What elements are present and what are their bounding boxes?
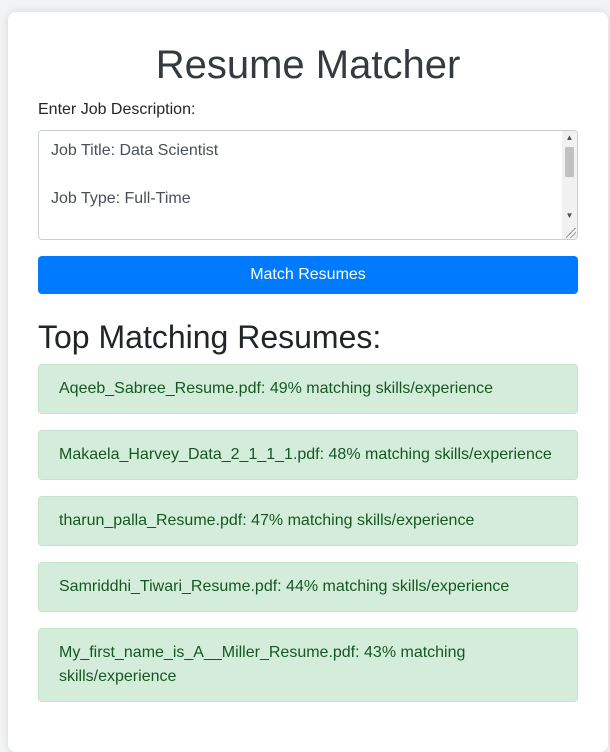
result-item: My_first_name_is_A__Miller_Resume.pdf: 4… <box>38 628 578 702</box>
match-resumes-button[interactable]: Match Resumes <box>38 256 578 294</box>
result-item: Makaela_Harvey_Data_2_1_1_1.pdf: 48% mat… <box>38 430 578 480</box>
result-item: Aqeeb_Sabree_Resume.pdf: 49% matching sk… <box>38 364 578 414</box>
scroll-up-icon[interactable]: ▲ <box>562 131 577 145</box>
job-description-textarea[interactable]: Job Title: Data Scientist Job Type: Full… <box>38 130 578 240</box>
resize-grip-icon[interactable] <box>566 228 576 238</box>
job-description-text[interactable]: Job Title: Data Scientist Job Type: Full… <box>51 139 551 239</box>
scroll-down-icon[interactable]: ▼ <box>562 209 577 223</box>
textarea-scrollbar[interactable]: ▲ ▼ <box>562 131 577 239</box>
page-title: Resume Matcher <box>155 43 461 87</box>
result-item: tharun_palla_Resume.pdf: 47% matching sk… <box>38 496 578 546</box>
results-list: Aqeeb_Sabree_Resume.pdf: 49% matching sk… <box>38 364 578 718</box>
results-heading: Top Matching Resumes: <box>38 319 382 355</box>
result-item: Samriddhi_Tiwari_Resume.pdf: 44% matchin… <box>38 562 578 612</box>
scroll-thumb[interactable] <box>565 147 574 177</box>
main-card: Resume Matcher Enter Job Description: Jo… <box>8 12 608 752</box>
job-description-label: Enter Job Description: <box>38 101 196 118</box>
